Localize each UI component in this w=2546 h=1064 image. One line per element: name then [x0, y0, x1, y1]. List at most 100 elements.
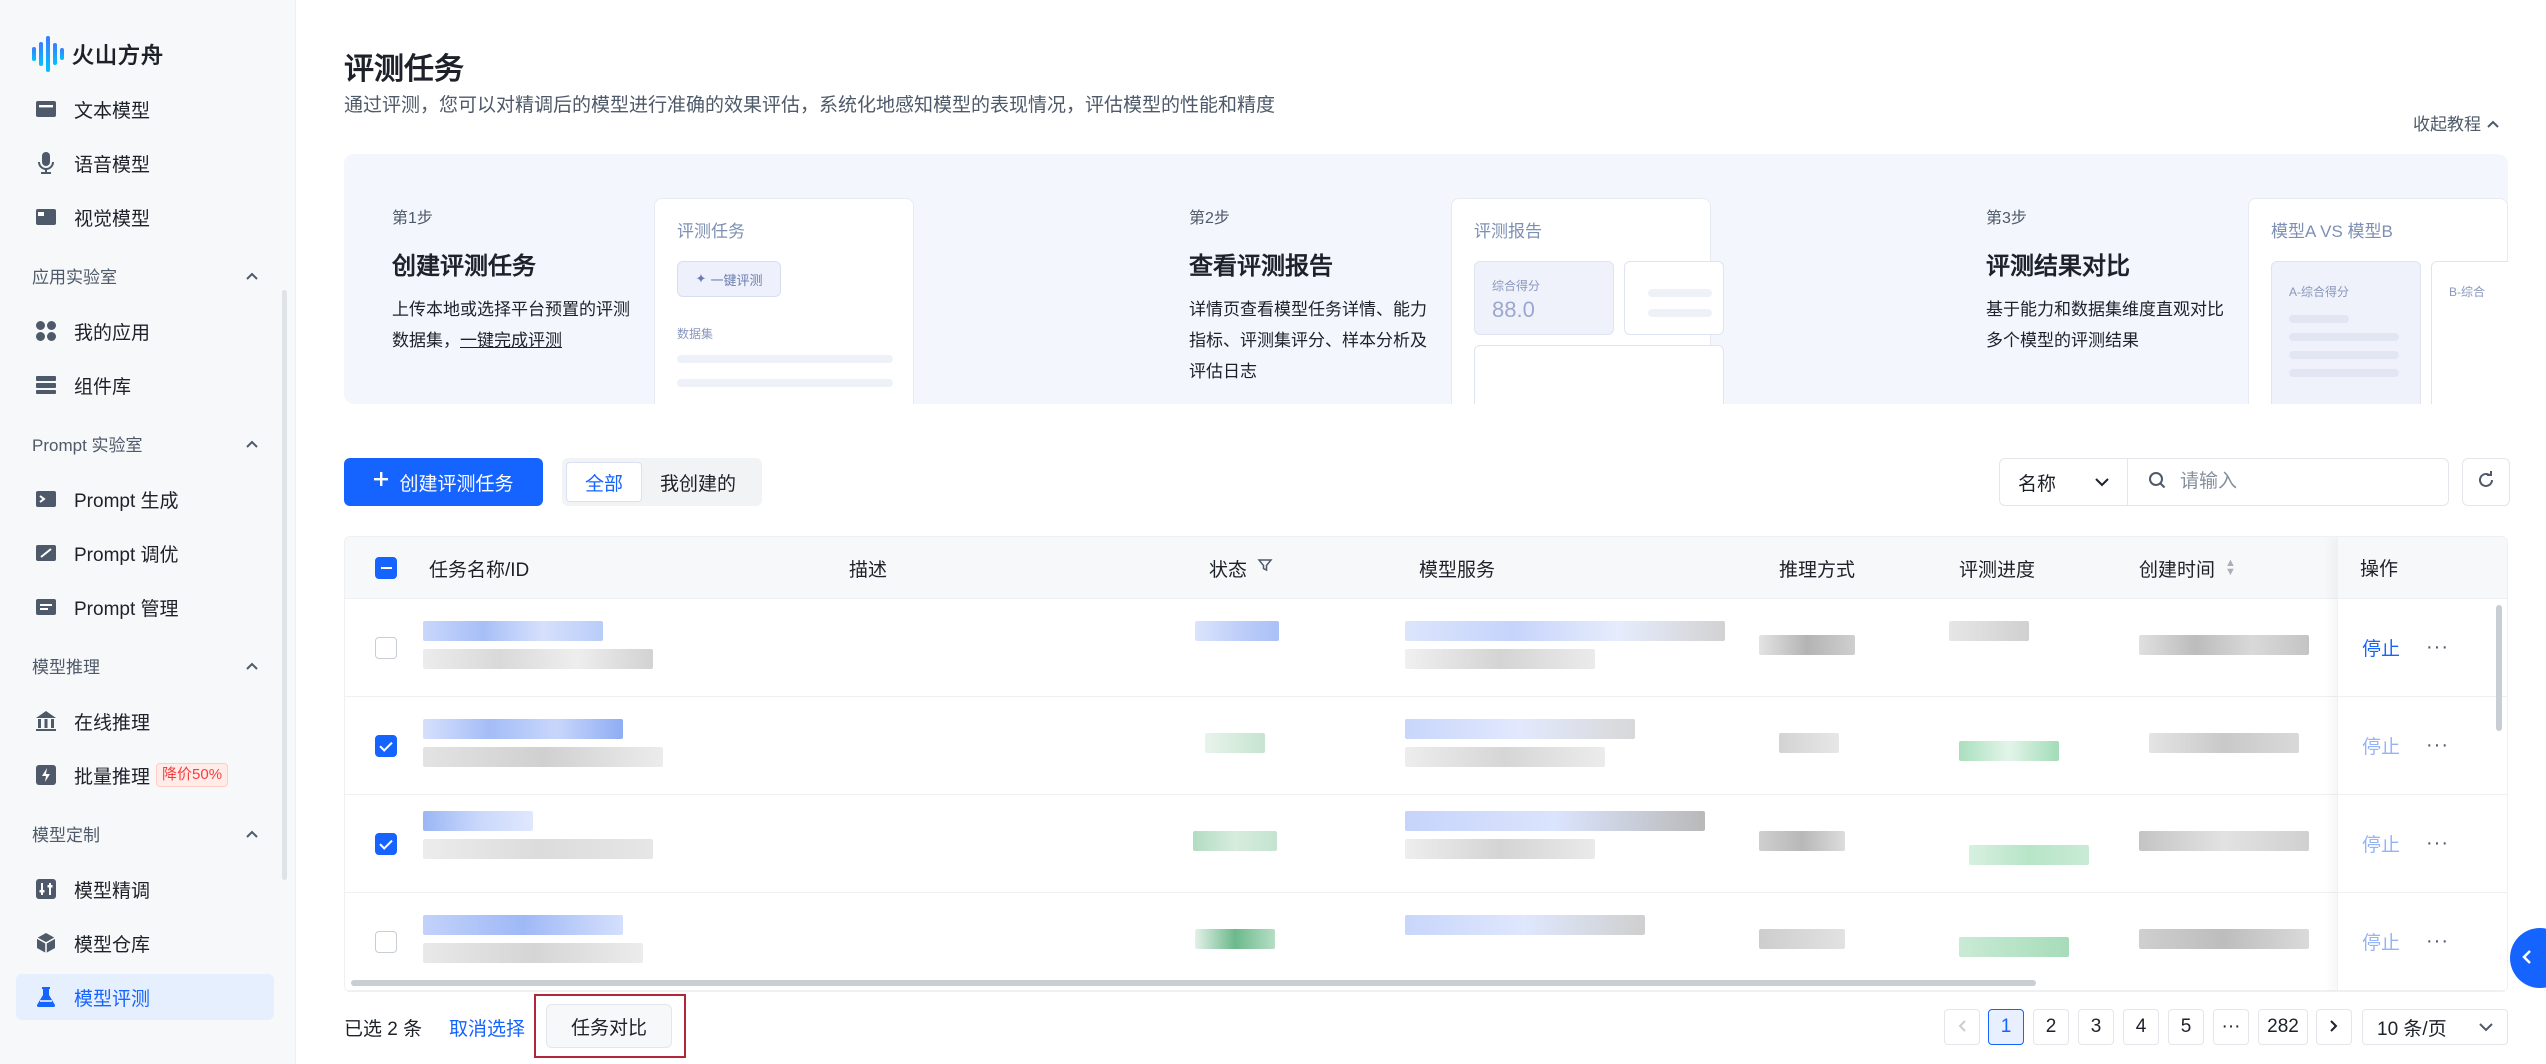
page-button-2[interactable]: 2 — [2033, 1009, 2069, 1045]
more-actions-icon[interactable]: ··· — [2426, 832, 2449, 855]
sidebar-item-fine-tune[interactable]: 模型精调 — [16, 866, 274, 912]
refresh-button[interactable] — [2462, 458, 2510, 506]
sidebar-item-text-model[interactable]: 文本模型 — [16, 86, 274, 132]
page-button-5[interactable]: 5 — [2168, 1009, 2204, 1045]
sidebar-item-label: Prompt 管理 — [74, 598, 179, 620]
sidebar-item-label: 模型仓库 — [74, 934, 151, 956]
page-ellipsis[interactable]: ··· — [2213, 1009, 2249, 1045]
search-input[interactable] — [2180, 471, 2420, 493]
cancel-selection-link[interactable]: 取消选择 — [449, 1014, 525, 1041]
model-repo-icon — [34, 931, 58, 955]
next-page-button[interactable] — [2316, 1009, 2352, 1045]
sidebar-scrollbar[interactable] — [282, 290, 287, 880]
sidebar-group-prompt-lab[interactable]: Prompt 实验室 — [32, 428, 258, 458]
stop-button[interactable]: 停止 — [2362, 732, 2400, 759]
one-click-eval-link[interactable]: 一键完成评测 — [460, 331, 562, 350]
tutorial-step-3: 第3步 评测结果对比 基于能力和数据集维度直观对比多个模型的评测结果 模型A V… — [1938, 154, 2508, 404]
prompt-tune-icon — [34, 541, 58, 565]
sidebar-item-label: 在线推理 — [74, 712, 151, 734]
page-button-4[interactable]: 4 — [2123, 1009, 2159, 1045]
brand-logo[interactable]: 火山方舟 — [32, 30, 164, 78]
create-eval-task-button[interactable]: 创建评测任务 — [344, 458, 543, 506]
floating-assistant-button[interactable] — [2510, 928, 2546, 988]
task-name-redacted[interactable] — [423, 811, 533, 831]
tutorial-step-1: 第1步 创建评测任务 上传本地或选择平台预置的评测数据集，一键完成评测 评测任务… — [344, 154, 1064, 404]
page-size-select[interactable]: 10 条/页 — [2362, 1009, 2508, 1045]
illustration-card — [1624, 261, 1724, 335]
prev-page-button[interactable] — [1944, 1009, 1980, 1045]
column-header-name: 任务名称/ID — [429, 559, 530, 581]
sidebar-group-model-inference[interactable]: 模型推理 — [32, 650, 258, 680]
component-library-icon — [34, 373, 58, 397]
column-header-created[interactable]: 创建时间 ▲ ▼ — [2139, 537, 2236, 599]
sidebar-item-label: 批量推理 — [74, 766, 151, 788]
table-row[interactable] — [345, 697, 2507, 795]
progress-redacted — [1969, 845, 2089, 865]
sidebar-item-label: 组件库 — [74, 376, 132, 398]
sidebar-item-component-library[interactable]: 组件库 — [16, 362, 274, 408]
sidebar-group-model-custom[interactable]: 模型定制 — [32, 818, 258, 848]
collapse-tutorial-link[interactable]: 收起教程 — [2413, 110, 2499, 135]
sidebar-item-model-eval[interactable]: 模型评测 — [16, 974, 274, 1020]
stop-button[interactable]: 停止 — [2362, 928, 2400, 955]
sidebar-item-my-apps[interactable]: 我的应用 — [16, 308, 274, 354]
filter-icon[interactable] — [1257, 557, 1273, 579]
refresh-icon — [2477, 470, 2495, 494]
table-horizontal-scrollbar[interactable] — [351, 980, 2036, 986]
service-id-redacted — [1405, 839, 1595, 859]
table-row[interactable] — [345, 893, 2507, 991]
more-actions-icon[interactable]: ··· — [2426, 636, 2449, 659]
row-checkbox[interactable] — [375, 931, 397, 953]
flask-icon — [34, 985, 58, 1009]
plus-icon — [373, 471, 389, 493]
tab-all[interactable]: 全部 — [566, 462, 643, 502]
task-name-redacted[interactable] — [423, 915, 623, 935]
sidebar-item-online-inference[interactable]: 在线推理 — [16, 698, 274, 744]
step-illustration: 模型A VS 模型B A-综合得分 B-综合 — [2248, 198, 2508, 404]
search-field-select[interactable]: 名称 — [1999, 458, 2127, 506]
row-checkbox[interactable] — [375, 833, 397, 855]
chevron-right-icon — [2330, 1016, 2338, 1038]
sidebar-item-prompt-manage[interactable]: Prompt 管理 — [16, 584, 274, 630]
select-all-checkbox[interactable] — [375, 557, 397, 579]
column-header-progress: 评测进度 — [1959, 559, 2036, 581]
stop-button[interactable]: 停止 — [2362, 830, 2400, 857]
sidebar-item-prompt-generate[interactable]: Prompt 生成 — [16, 476, 274, 522]
table-row[interactable] — [345, 795, 2507, 893]
task-name-redacted[interactable] — [423, 719, 623, 739]
illustration-label: B-综合 — [2449, 285, 2486, 299]
tab-created-by-me[interactable]: 我创建的 — [642, 462, 754, 502]
task-compare-button[interactable]: 任务对比 — [546, 1004, 672, 1048]
more-actions-icon[interactable]: ··· — [2426, 930, 2449, 953]
sidebar-item-prompt-tune[interactable]: Prompt 调优 — [16, 530, 274, 576]
sidebar-group-app-lab[interactable]: 应用实验室 — [32, 260, 258, 290]
step-description: 详情页查看模型任务详情、能力指标、评测集评分、样本分析及评估日志 — [1189, 300, 1427, 381]
task-name-redacted[interactable] — [423, 621, 603, 641]
table-row[interactable] — [345, 599, 2507, 697]
page-button-last[interactable]: 282 — [2258, 1009, 2308, 1045]
page-button-1[interactable]: 1 — [1988, 1009, 2024, 1045]
selected-suffix: 条 — [403, 1019, 423, 1040]
row-checkbox[interactable] — [375, 637, 397, 659]
collapse-tutorial-label: 收起教程 — [2413, 115, 2481, 134]
task-id-redacted — [423, 943, 643, 963]
infer-redacted — [1759, 635, 1855, 655]
page-button-3[interactable]: 3 — [2078, 1009, 2114, 1045]
table-vertical-scrollbar[interactable] — [2496, 605, 2502, 731]
sidebar-item-model-repo[interactable]: 模型仓库 — [16, 920, 274, 966]
more-actions-icon[interactable]: ··· — [2426, 734, 2449, 757]
sidebar-item-batch-inference[interactable]: 批量推理 降价50% — [16, 752, 274, 798]
sidebar-item-vision-model[interactable]: 视觉模型 — [16, 194, 274, 240]
stop-button[interactable]: 停止 — [2362, 634, 2400, 661]
sort-icon[interactable]: ▲ ▼ — [2225, 558, 2236, 578]
step-number: 第3步 — [1986, 210, 2027, 227]
selected-prefix: 已选 — [344, 1019, 383, 1040]
sidebar-item-label: 模型精调 — [74, 880, 151, 902]
infer-redacted — [1759, 831, 1845, 851]
row-checkbox[interactable] — [375, 735, 397, 757]
illustration-title: 评测报告 — [1474, 222, 1542, 241]
illustration-line — [677, 379, 893, 387]
sidebar-item-voice-model[interactable]: 语音模型 — [16, 140, 274, 186]
step-description: 上传本地或选择平台预置的评测数据集，一键完成评测 — [392, 294, 642, 356]
text-model-icon — [34, 97, 58, 121]
